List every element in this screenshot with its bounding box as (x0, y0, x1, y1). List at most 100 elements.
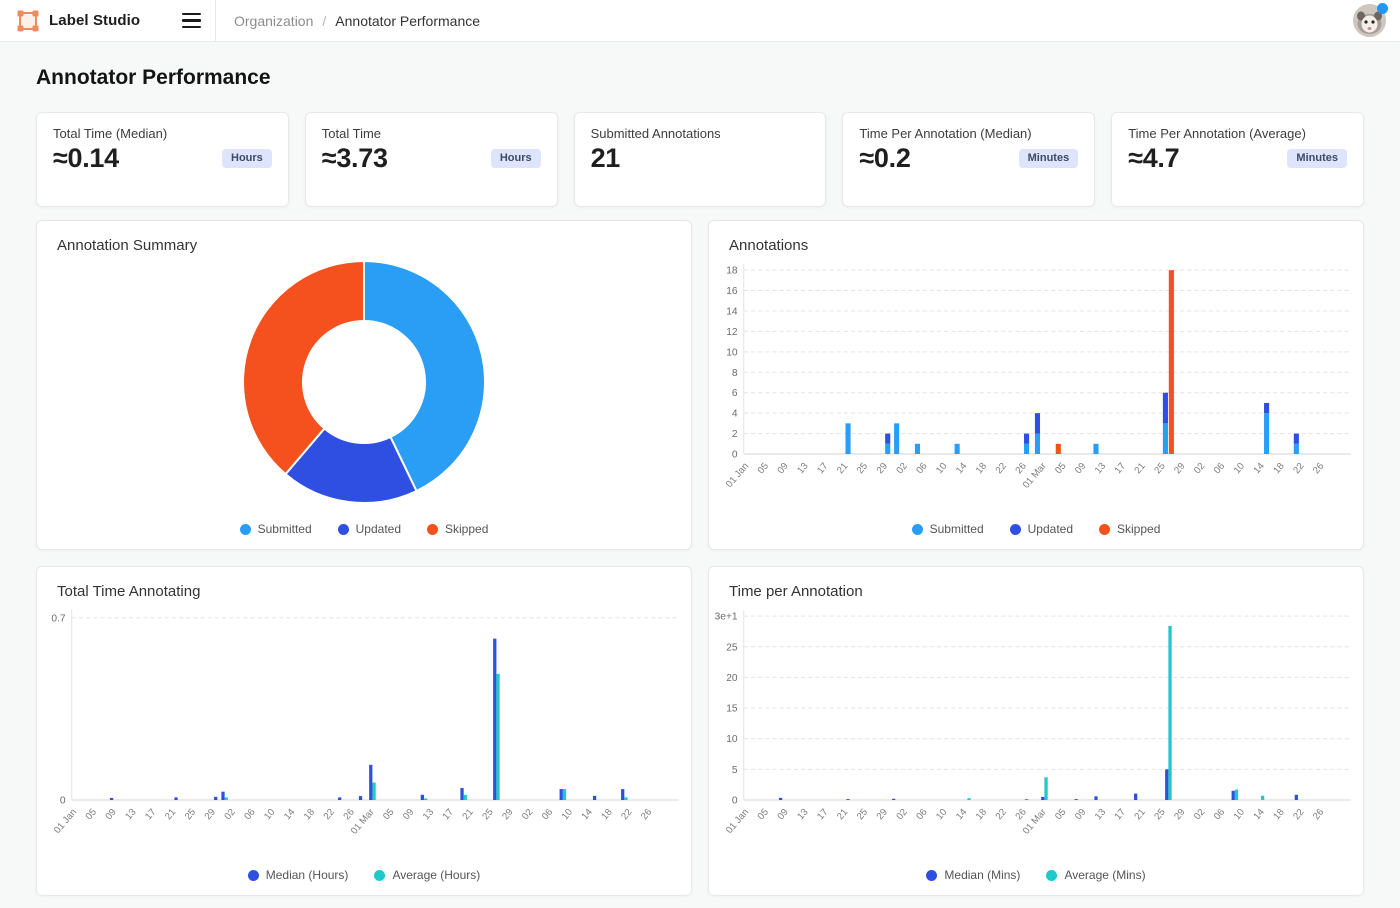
stat-card-total-time-median: Total Time (Median) ≈0.14 Hours (36, 112, 289, 207)
legend-item[interactable]: Average (Hours) (374, 868, 480, 882)
svg-text:21: 21 (460, 807, 475, 822)
stat-value: ≈3.73 (322, 143, 388, 174)
svg-text:29: 29 (875, 807, 890, 822)
svg-text:10: 10 (1232, 807, 1247, 822)
legend-dot (338, 524, 349, 535)
stat-label: Total Time (322, 126, 541, 141)
hamburger-menu-button[interactable] (178, 9, 205, 33)
svg-text:09: 09 (1073, 807, 1088, 822)
legend-item[interactable]: Median (Mins) (926, 868, 1020, 882)
breadcrumb-organization[interactable]: Organization (234, 13, 313, 29)
label-studio-logo-icon (16, 9, 40, 33)
stat-card-time-per-annotation-average: Time Per Annotation (Average) ≈4.7 Minut… (1111, 112, 1364, 207)
svg-text:18: 18 (599, 807, 614, 822)
svg-text:02: 02 (1192, 807, 1207, 822)
svg-text:0: 0 (732, 450, 738, 461)
chart-title: Total Time Annotating (37, 567, 691, 602)
chart-card-total-time-annotating: Total Time Annotating 00.701 Jan05091317… (36, 566, 692, 896)
svg-text:02: 02 (894, 461, 909, 476)
svg-text:0.7: 0.7 (51, 613, 66, 624)
legend-item[interactable]: Median (Hours) (248, 868, 349, 882)
legend-label: Updated (356, 522, 401, 536)
svg-text:17: 17 (441, 807, 456, 822)
stat-value: ≈0.14 (53, 143, 119, 174)
svg-text:14: 14 (579, 806, 595, 822)
svg-text:09: 09 (775, 807, 790, 822)
svg-text:22: 22 (619, 807, 634, 822)
svg-text:21: 21 (163, 807, 178, 822)
legend-label: Submitted (930, 522, 984, 536)
legend-dot (912, 524, 923, 535)
stats-row: Total Time (Median) ≈0.14 Hours Total Ti… (36, 112, 1364, 207)
svg-text:4: 4 (732, 409, 738, 420)
svg-text:8: 8 (732, 368, 738, 379)
legend-item[interactable]: Submitted (240, 522, 312, 536)
annotations-bar-chart[interactable]: 02468101214161801 Jan0509131721252902061… (709, 256, 1363, 508)
svg-text:25: 25 (726, 642, 738, 653)
app-name: Label Studio (49, 12, 140, 29)
legend-item[interactable]: Skipped (427, 522, 488, 536)
svg-text:26: 26 (1311, 461, 1326, 476)
breadcrumb: Organization / Annotator Performance (216, 13, 1353, 29)
svg-text:2: 2 (732, 429, 738, 440)
annotation-summary-donut-chart[interactable] (37, 256, 691, 506)
svg-text:05: 05 (1053, 461, 1068, 476)
svg-text:09: 09 (401, 807, 416, 822)
legend-label: Average (Mins) (1064, 868, 1145, 882)
legend-dot (1046, 870, 1057, 881)
total-time-annotating-legend: Median (Hours) Average (Hours) (37, 868, 691, 882)
svg-text:18: 18 (1271, 461, 1286, 476)
legend-item[interactable]: Average (Mins) (1046, 868, 1145, 882)
legend-item[interactable]: Updated (338, 522, 401, 536)
svg-text:10: 10 (560, 807, 575, 822)
svg-text:14: 14 (954, 806, 970, 822)
svg-text:5: 5 (732, 765, 738, 776)
legend-dot (926, 870, 937, 881)
stat-unit-badge: Minutes (1019, 149, 1079, 168)
svg-text:17: 17 (815, 461, 830, 476)
svg-text:10: 10 (262, 807, 277, 822)
legend-item[interactable]: Updated (1010, 522, 1073, 536)
svg-text:3e+1: 3e+1 (715, 612, 738, 623)
svg-text:26: 26 (639, 807, 654, 822)
chart-card-time-per-annotation: Time per Annotation 05101520253e+101 Jan… (708, 566, 1364, 896)
svg-text:02: 02 (894, 807, 909, 822)
svg-text:09: 09 (1073, 461, 1088, 476)
svg-text:22: 22 (1291, 461, 1306, 476)
stat-card-time-per-annotation-median: Time Per Annotation (Median) ≈0.2 Minute… (842, 112, 1095, 207)
svg-text:21: 21 (1132, 461, 1147, 476)
online-status-dot (1377, 3, 1388, 14)
svg-text:05: 05 (1053, 807, 1068, 822)
time-per-annotation-bar-chart[interactable]: 05101520253e+101 Jan05091317212529020610… (709, 602, 1363, 854)
svg-text:6: 6 (732, 388, 738, 399)
svg-text:21: 21 (1132, 807, 1147, 822)
legend-dot (240, 524, 251, 535)
svg-text:29: 29 (875, 461, 890, 476)
svg-text:06: 06 (540, 807, 555, 822)
svg-text:13: 13 (795, 807, 810, 822)
svg-text:10: 10 (1232, 461, 1247, 476)
svg-text:14: 14 (282, 806, 298, 822)
svg-text:26: 26 (1013, 807, 1028, 822)
svg-text:25: 25 (855, 461, 870, 476)
legend-label: Median (Hours) (266, 868, 349, 882)
total-time-annotating-bar-chart[interactable]: 00.701 Jan050913172125290206101418222601… (37, 602, 691, 854)
svg-text:06: 06 (242, 807, 257, 822)
legend-item[interactable]: Skipped (1099, 522, 1160, 536)
stat-label: Time Per Annotation (Median) (859, 126, 1078, 141)
user-avatar[interactable] (1353, 4, 1386, 37)
svg-text:05: 05 (84, 807, 99, 822)
legend-label: Average (Hours) (392, 868, 480, 882)
app-logo[interactable]: Label Studio (16, 9, 140, 33)
svg-text:06: 06 (914, 461, 929, 476)
stat-value: ≈4.7 (1128, 143, 1179, 174)
stat-unit-badge: Minutes (1287, 149, 1347, 168)
svg-text:13: 13 (421, 807, 436, 822)
annotations-legend: Submitted Updated Skipped (709, 522, 1363, 536)
legend-item[interactable]: Submitted (912, 522, 984, 536)
stat-unit-badge: Hours (491, 149, 541, 168)
svg-text:17: 17 (143, 807, 158, 822)
svg-text:18: 18 (726, 266, 738, 277)
stat-value: 21 (591, 143, 620, 174)
stat-label: Submitted Annotations (591, 126, 810, 141)
